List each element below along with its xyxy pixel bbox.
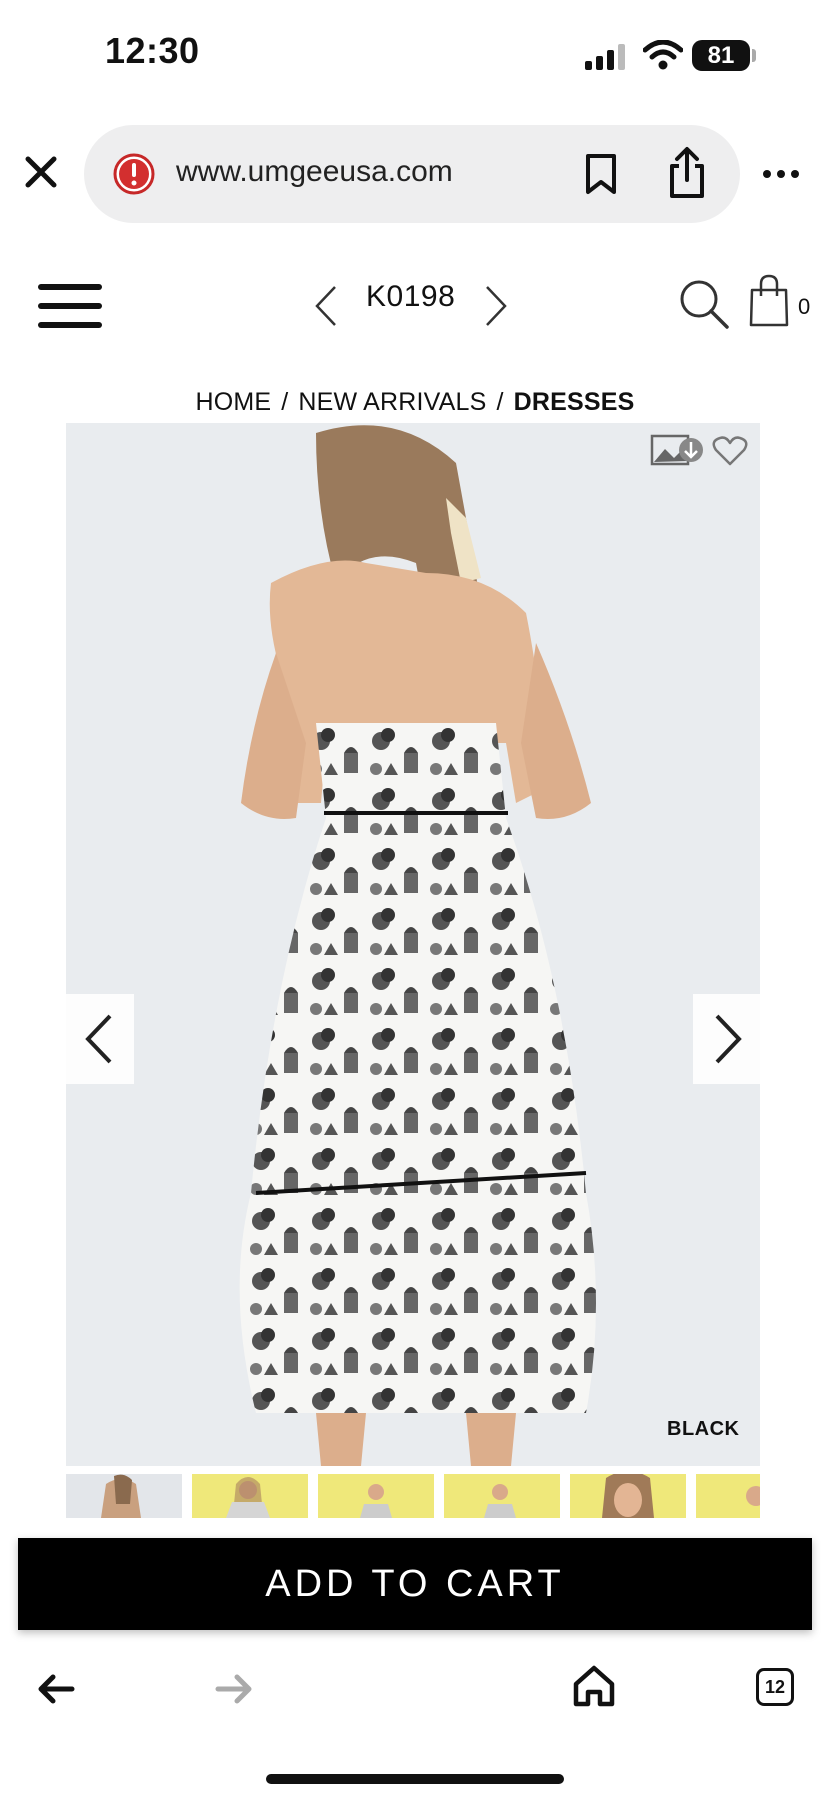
breadcrumb: HOME / NEW ARRIVALS / DRESSES <box>0 388 830 417</box>
chevron-right-icon <box>715 1014 742 1064</box>
next-image-button[interactable] <box>693 994 760 1084</box>
previous-image-button[interactable] <box>66 994 134 1084</box>
battery-icon: 81 <box>692 40 750 71</box>
thumbnail[interactable] <box>696 1474 760 1518</box>
battery-level: 81 <box>707 41 735 69</box>
status-time: 12:30 <box>105 30 200 71</box>
back-arrow-icon[interactable] <box>36 1672 76 1706</box>
shopping-bag-icon[interactable] <box>748 274 790 328</box>
chevron-right-icon[interactable] <box>484 284 508 328</box>
product-photo <box>239 425 597 1466</box>
save-image-icon[interactable] <box>650 433 704 467</box>
more-icon[interactable] <box>762 164 800 184</box>
chevron-left-icon <box>85 1014 112 1064</box>
add-to-cart-button[interactable]: ADD TO CART <box>18 1538 812 1630</box>
signal-icon <box>585 44 625 70</box>
breadcrumb-new-arrivals[interactable]: NEW ARRIVALS <box>298 388 486 416</box>
thumbnail[interactable] <box>192 1474 308 1518</box>
battery-tip <box>752 49 756 62</box>
forward-arrow-icon[interactable] <box>214 1672 254 1706</box>
warning-icon[interactable] <box>112 152 156 196</box>
close-icon[interactable] <box>24 155 58 189</box>
product-sku: K0198 <box>366 280 456 313</box>
thumbnail[interactable] <box>318 1474 434 1518</box>
thumbnail-strip <box>66 1474 760 1518</box>
wifi-icon <box>643 40 683 70</box>
url-text[interactable]: www.umgeeusa.com <box>176 155 453 189</box>
tabs-icon[interactable]: 12 <box>756 1668 794 1706</box>
wishlist-heart-icon[interactable] <box>712 435 748 467</box>
search-icon[interactable] <box>678 278 730 330</box>
breadcrumb-home[interactable]: HOME <box>195 388 271 416</box>
hamburger-menu-icon[interactable] <box>38 282 102 330</box>
thumbnail[interactable] <box>444 1474 560 1518</box>
home-icon[interactable] <box>572 1664 616 1708</box>
breadcrumb-separator: / <box>496 388 504 416</box>
breadcrumb-separator: / <box>281 388 289 416</box>
tabs-count: 12 <box>764 1676 786 1697</box>
thumbnail[interactable] <box>66 1474 182 1518</box>
share-icon[interactable] <box>667 146 707 200</box>
home-indicator <box>266 1774 564 1784</box>
cart-count: 0 <box>798 294 811 319</box>
color-label: BLACK <box>667 1418 740 1440</box>
chevron-left-icon[interactable] <box>314 284 338 328</box>
thumbnail[interactable] <box>570 1474 686 1518</box>
product-image[interactable] <box>66 423 760 1466</box>
bookmark-icon[interactable] <box>583 153 619 195</box>
breadcrumb-dresses[interactable]: DRESSES <box>514 388 635 416</box>
